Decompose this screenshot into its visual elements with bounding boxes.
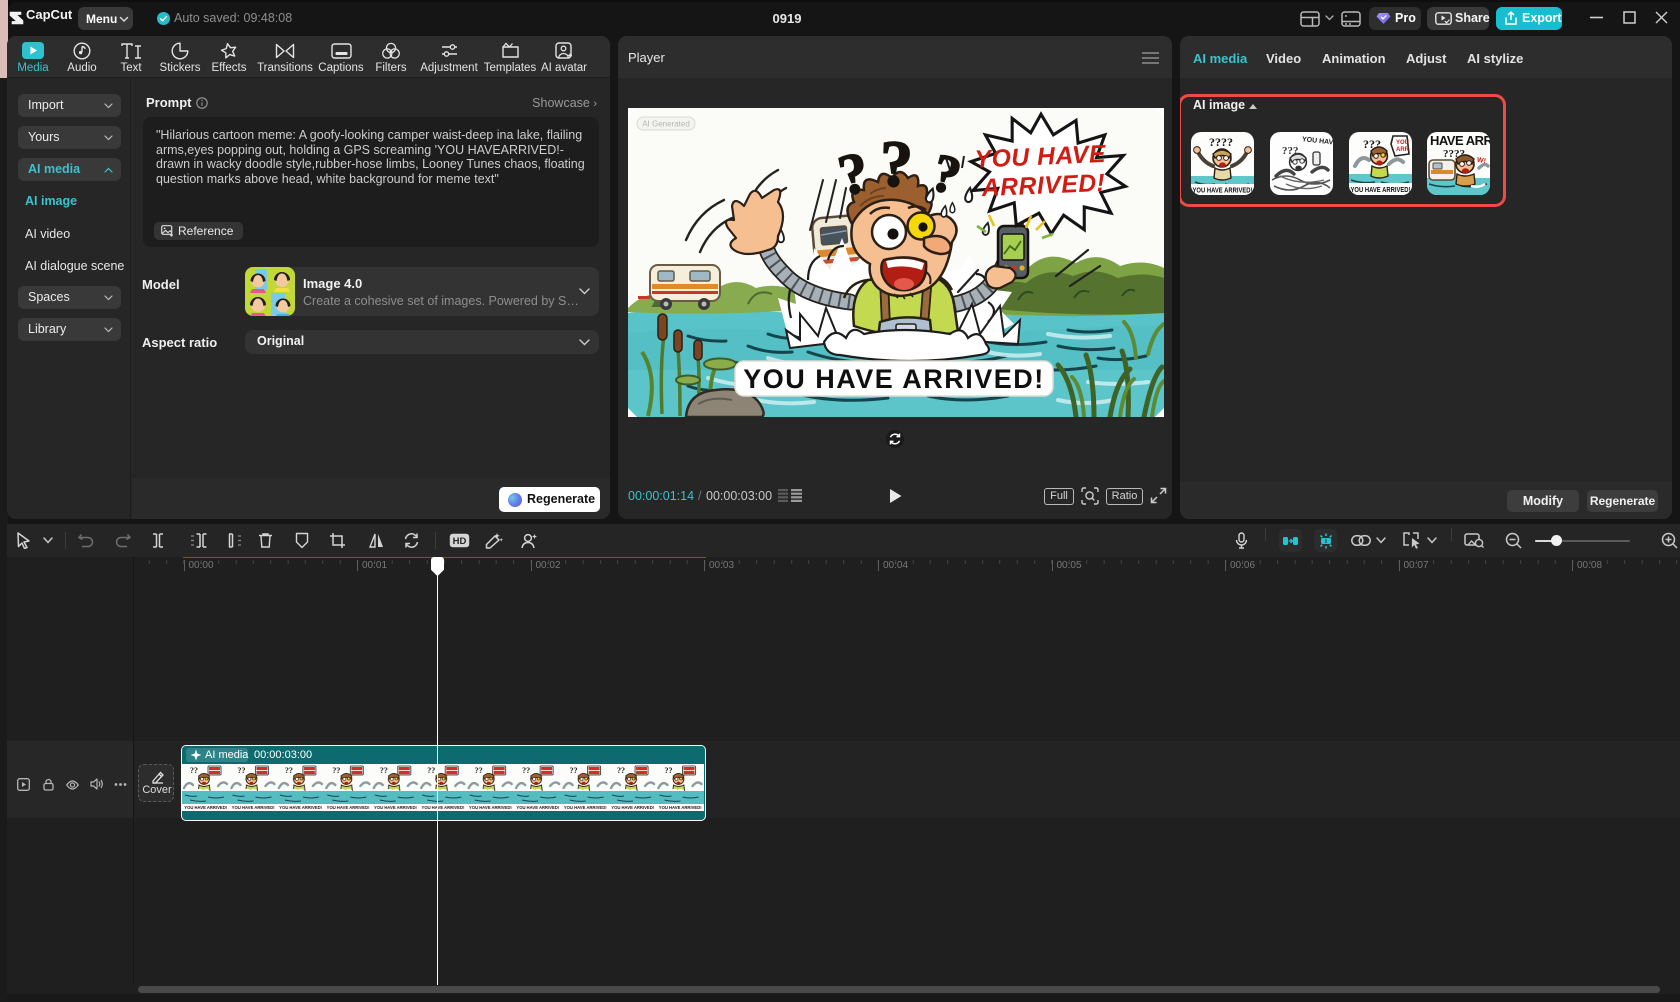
svg-text:ARRIVED!: ARRIVED! — [980, 170, 1106, 202]
svg-text:YOU HAVE ARRIVED!: YOU HAVE ARRIVED! — [743, 364, 1045, 394]
svg-text:????: ???? — [1209, 135, 1233, 149]
svg-text:YOU HAVE: YOU HAVE — [974, 141, 1107, 174]
svg-text:AI Generated: AI Generated — [642, 120, 690, 129]
svg-text:ARR: ARR — [1396, 147, 1410, 153]
svg-text:HAVE ARRI: HAVE ARRI — [1430, 133, 1490, 148]
svg-text:YOU HAVE ARRIVED!: YOU HAVE ARRIVED! — [1351, 185, 1411, 194]
svg-text:YOU: YOU — [1396, 140, 1409, 146]
svg-text:HD: HD — [453, 536, 467, 547]
svg-text:?: ? — [879, 127, 915, 201]
svg-text:YOU HAVE ARRIVED!: YOU HAVE ARRIVED! — [1193, 186, 1253, 195]
